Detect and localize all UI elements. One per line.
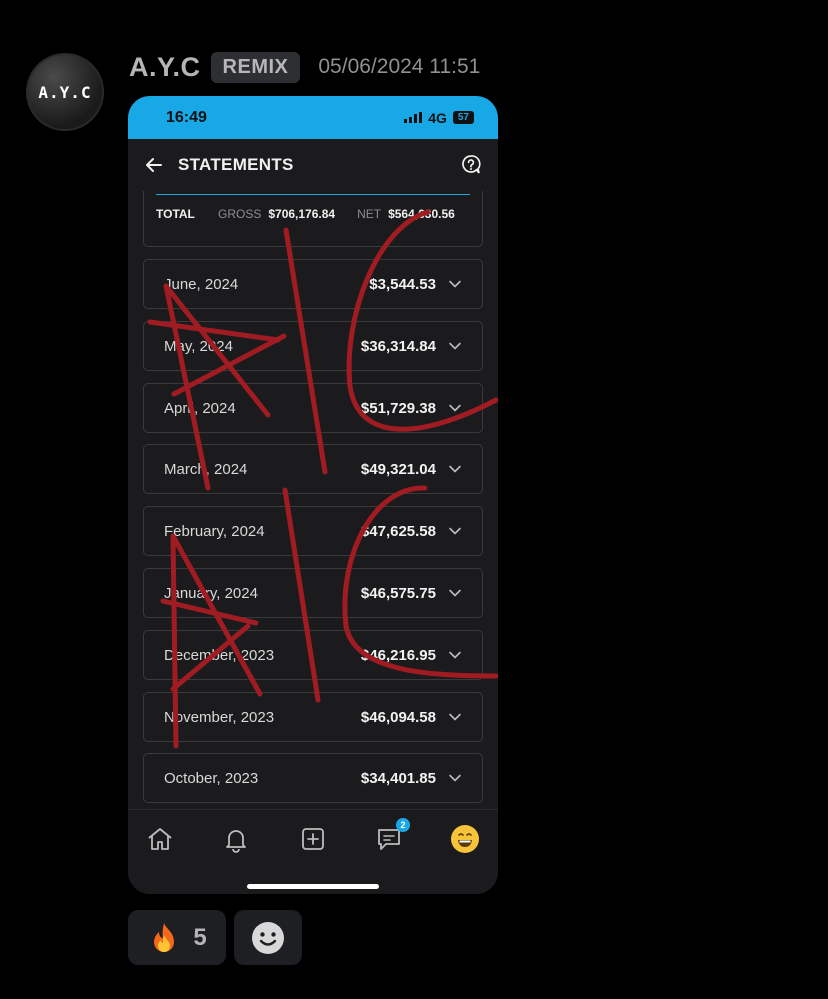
statement-month: April, 2024 xyxy=(164,399,236,417)
avatar[interactable]: A.Y.C xyxy=(26,53,104,131)
statement-amount: $46,094.58 xyxy=(360,708,436,726)
bottom-nav: 2 xyxy=(128,809,498,894)
statement-amount: $36,314.84 xyxy=(360,337,436,355)
chevron-down-icon[interactable] xyxy=(448,401,462,415)
page-title: STATEMENTS xyxy=(178,155,294,174)
fire-emoji-icon xyxy=(154,922,175,952)
gross-value: $706,176.84 xyxy=(268,207,336,221)
chevron-down-icon[interactable] xyxy=(448,277,462,291)
chevron-down-icon[interactable] xyxy=(448,710,462,724)
chevron-down-icon[interactable] xyxy=(448,771,462,785)
statement-month: December, 2023 xyxy=(164,646,275,664)
reaction-fire[interactable]: 5 xyxy=(128,910,226,965)
status-indicators: 4G 57 xyxy=(404,110,474,126)
statement-month: January, 2024 xyxy=(164,584,258,602)
statement-amount: $51,729.38 xyxy=(360,399,436,417)
statement-month: October, 2023 xyxy=(164,769,259,787)
battery-icon: 57 xyxy=(452,111,474,124)
messages-button[interactable]: 2 xyxy=(374,818,410,854)
statement-amount: $3,544.53 xyxy=(369,275,436,293)
avatar-text: A.Y.C xyxy=(38,82,92,102)
add-reaction-button[interactable] xyxy=(234,910,302,965)
attached-screenshot[interactable]: 16:49 4G 57 STATEMENTS TOTAL GROSS $706,… xyxy=(128,96,498,894)
statement-row[interactable]: May, 2024 $36,314.84 xyxy=(143,321,483,371)
gross-label: GROSS xyxy=(218,207,262,221)
status-time: 16:49 xyxy=(166,108,207,126)
chevron-down-icon[interactable] xyxy=(448,648,462,662)
statement-row[interactable]: October, 2023 $34,401.85 xyxy=(143,753,483,803)
role-badge[interactable]: REMIX xyxy=(210,51,301,83)
statement-month: March, 2024 xyxy=(164,460,248,478)
home-indicator xyxy=(247,884,379,889)
status-bar: 16:49 4G 57 xyxy=(128,96,498,139)
total-label: TOTAL xyxy=(156,207,195,221)
statement-row[interactable]: February, 2024 $47,625.58 xyxy=(143,506,483,556)
statement-row[interactable]: November, 2023 $46,094.58 xyxy=(143,692,483,742)
statement-amount: $47,625.58 xyxy=(360,522,436,540)
add-reaction-icon xyxy=(252,921,284,954)
statement-row[interactable]: March, 2024 $49,321.04 xyxy=(143,444,483,494)
signal-icon xyxy=(404,112,423,123)
statement-amount: $34,401.85 xyxy=(360,769,436,787)
bell-icon[interactable] xyxy=(221,824,251,854)
net-value: $564,630.56 xyxy=(388,207,455,221)
app-bar: STATEMENTS xyxy=(128,139,498,191)
reaction-count: 5 xyxy=(193,923,207,951)
add-square-icon[interactable] xyxy=(298,824,328,854)
net-label: NET xyxy=(357,207,382,221)
home-icon[interactable] xyxy=(145,824,175,854)
help-icon[interactable] xyxy=(460,154,482,176)
totals-divider xyxy=(156,194,470,195)
chevron-down-icon[interactable] xyxy=(448,339,462,353)
totals-card: TOTAL GROSS $706,176.84 NET $564,630.56 xyxy=(143,191,483,247)
username[interactable]: A.Y.C xyxy=(129,52,201,83)
statement-amount: $46,575.75 xyxy=(360,584,436,602)
statement-row[interactable]: January, 2024 $46,575.75 xyxy=(143,568,483,618)
statement-row[interactable]: June, 2024 $3,544.53 xyxy=(143,259,483,309)
statement-month: May, 2024 xyxy=(164,337,233,355)
message-header: A.Y.C REMIX 05/06/2024 11:51 xyxy=(129,50,480,84)
statement-month: February, 2024 xyxy=(164,522,265,540)
statement-row[interactable]: April, 2024 $51,729.38 xyxy=(143,383,483,433)
network-label: 4G xyxy=(428,109,447,126)
message-timestamp: 05/06/2024 11:51 xyxy=(318,55,481,78)
statement-amount: $46,216.95 xyxy=(360,646,436,664)
statement-row[interactable]: December, 2023 $46,216.95 xyxy=(143,630,483,680)
chevron-down-icon[interactable] xyxy=(448,586,462,600)
statement-month: November, 2023 xyxy=(164,708,275,726)
totals-row: TOTAL GROSS $706,176.84 NET $564,630.56 xyxy=(156,207,470,221)
back-arrow-icon[interactable] xyxy=(144,155,164,175)
statement-month: June, 2024 xyxy=(164,275,239,293)
statement-amount: $49,321.04 xyxy=(360,460,436,478)
emoji-icon[interactable] xyxy=(450,824,480,854)
chevron-down-icon[interactable] xyxy=(448,462,462,476)
chevron-down-icon[interactable] xyxy=(448,524,462,538)
messages-badge: 2 xyxy=(396,818,410,832)
